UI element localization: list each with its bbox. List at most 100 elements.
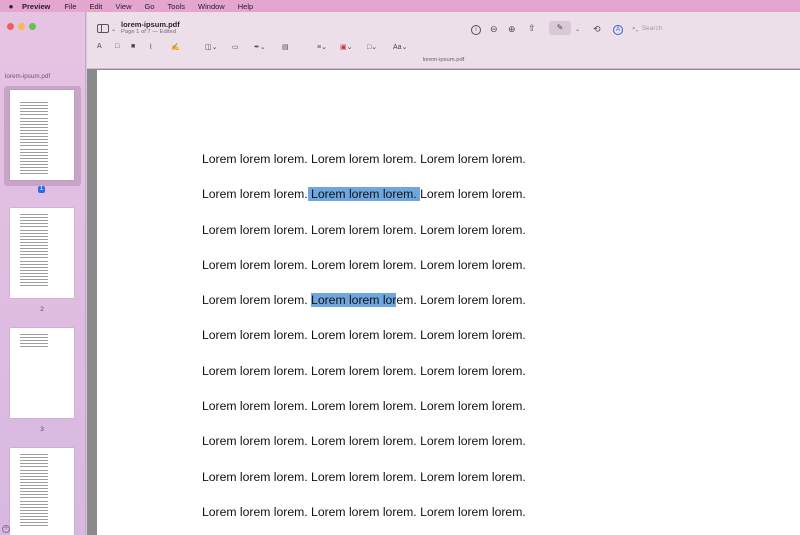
thumbnail-text-line [20,142,48,144]
thumbnail-text-line [20,245,48,246]
text-line[interactable]: Lorem lorem lorem. Lorem lorem lorem. Lo… [202,187,526,222]
thumbnail-text-line [20,497,48,499]
thumbnail-text-line [20,145,48,147]
shapes-icon[interactable]: ◫⌄ [205,43,217,51]
text-segment: em. Lorem lorem lorem. [396,293,526,308]
page-thumbnail-4[interactable] [10,448,74,535]
thumbnail-text-line [20,111,48,113]
minimize-window-button[interactable] [18,23,25,30]
menu-view[interactable]: View [115,2,131,11]
border-color-icon[interactable]: ▣⌄ [340,43,353,51]
thumbnail-text-line [20,157,48,159]
thumbnail-text-line [20,232,48,234]
page-thumbnail-2[interactable] [10,208,74,298]
search-icon: ⌕⌄ [632,25,639,32]
text-segment: Lorem lorem lorem. Lorem lorem lorem. Lo… [202,469,526,484]
thumbnail-text-line [20,266,48,268]
rotate-icon[interactable]: ⟲ [593,24,601,34]
page-thumbnail-1[interactable] [10,90,74,180]
info-icon[interactable]: i [471,25,481,35]
chevron-down-icon[interactable]: ⌄ [111,26,116,33]
apple-menu-icon[interactable]: ● [0,2,22,11]
thumbnail-text-line [20,148,48,150]
thumbnail-text-line [20,466,48,468]
thumbnail-text-line [20,254,48,256]
thumbnail-text-line [20,160,48,162]
text-line[interactable]: Lorem lorem lorem. Lorem lorem lorem. Lo… [202,152,526,187]
thumbnail-text-line [20,500,48,502]
text-segment: Lorem lorem lorem. Lorem lorem lorem. Lo… [202,257,526,272]
markup-icon[interactable]: A [613,25,623,35]
document-area[interactable]: Lorem lorem lorem. Lorem lorem lorem. Lo… [87,69,800,535]
sketch-icon[interactable]: ⌇ [149,43,152,51]
pen-icon[interactable]: ✎ [549,21,571,35]
text-line[interactable]: Lorem lorem lorem. Lorem lorem lorem. Lo… [202,328,526,363]
thumbnail-text-line [20,512,48,514]
zoom-window-button[interactable] [29,23,36,30]
text-line[interactable]: Lorem lorem lorem. Lorem lorem lorem. Lo… [202,399,526,434]
text-highlight[interactable]: Lorem lorem lor [311,293,397,308]
search-field[interactable]: ⌕⌄ Search [632,25,722,37]
fill-color-icon[interactable]: □⌄ [367,43,377,51]
page-thumbnail-3[interactable] [10,328,74,418]
menu-edit[interactable]: Edit [89,2,102,11]
thumbnail-sidebar: lorem-ipsum.pdf 1 2 3 + [0,12,86,535]
thumbnail-text-line [20,139,48,141]
search-placeholder: Search [641,25,663,32]
redact-icon[interactable]: ■ [131,43,135,50]
text-select-icon[interactable]: A [97,43,102,50]
text-box-icon[interactable]: ▭ [232,43,239,51]
note-icon[interactable]: ▤ [282,43,289,51]
text-segment: Lorem lorem lorem. [420,187,526,202]
thumbnail-text-line [20,346,48,348]
thumbnail-text-line [20,217,48,219]
text-line[interactable]: Lorem lorem lorem. Lorem lorem lorem. Lo… [202,223,526,258]
text-line[interactable]: Lorem lorem lorem. Lorem lorem lorem. Lo… [202,434,526,469]
menu-bar: ● Preview File Edit View Go Tools Window… [0,0,800,12]
text-line[interactable]: Lorem lorem lorem. Lorem lorem lorem. Lo… [202,364,526,399]
menu-tools[interactable]: Tools [168,2,186,11]
thumbnail-text-line [20,251,48,253]
zoom-in-icon[interactable]: ⊕ [508,24,516,34]
thumbnail-text-line [20,472,48,474]
text-line[interactable]: Lorem lorem lorem. Lorem lorem lorem. Lo… [202,293,526,328]
thumbnail-text-line [20,164,48,165]
pdf-page[interactable]: Lorem lorem lorem. Lorem lorem lorem. Lo… [97,70,800,535]
menu-go[interactable]: Go [145,2,155,11]
thumbnail-text-line [20,173,48,175]
thumbnail-text-line [20,285,48,287]
rect-select-icon[interactable]: □ [115,43,119,50]
thumbnail-text-line [20,269,48,271]
text-segment: Lorem lorem lorem. Lorem lorem lorem. Lo… [202,399,526,414]
menu-app-name[interactable]: Preview [22,2,50,11]
draw-icon[interactable]: ✍ [171,43,180,51]
menu-file[interactable]: File [64,2,76,11]
text-line[interactable]: Lorem lorem lorem. Lorem lorem lorem. Lo… [202,505,526,535]
text-line[interactable]: Lorem lorem lorem. Lorem lorem lorem. Lo… [202,470,526,505]
thumbnail-text-line [20,223,48,225]
line-style-icon[interactable]: ≡⌄ [317,43,327,51]
thumbnail-text-line [20,485,48,486]
thumbnail-text-line [20,136,48,138]
share-icon[interactable]: ⇧ [528,23,536,33]
thumbnail-text-line [20,133,48,134]
text-highlight[interactable]: Lorem lorem lorem. [307,187,421,202]
sidebar-options-icon[interactable]: + [2,525,10,533]
menu-help[interactable]: Help [238,2,253,11]
zoom-out-icon[interactable]: ⊖ [490,24,498,34]
menu-window[interactable]: Window [198,2,225,11]
thumbnail-text-line [20,522,48,524]
thumbnail-text-line [20,475,48,477]
text-line[interactable]: Lorem lorem lorem. Lorem lorem lorem. Lo… [202,258,526,293]
thumbnail-text-line [20,488,48,490]
close-window-button[interactable] [7,23,14,30]
thumbnail-text-line [20,343,48,345]
text-segment: Lorem lorem lorem. Lorem lorem lorem. Lo… [202,363,526,378]
text-style-icon[interactable]: Aa⌄ [393,43,407,51]
thumbnail-text-line [20,519,48,521]
sign-icon[interactable]: ✒⌄ [254,43,266,51]
thumbnail-text-line [20,509,48,511]
chevron-down-icon[interactable]: ⌄ [575,26,580,33]
sidebar-icon[interactable] [97,24,109,33]
page-text[interactable]: Lorem lorem lorem. Lorem lorem lorem. Lo… [202,152,526,535]
